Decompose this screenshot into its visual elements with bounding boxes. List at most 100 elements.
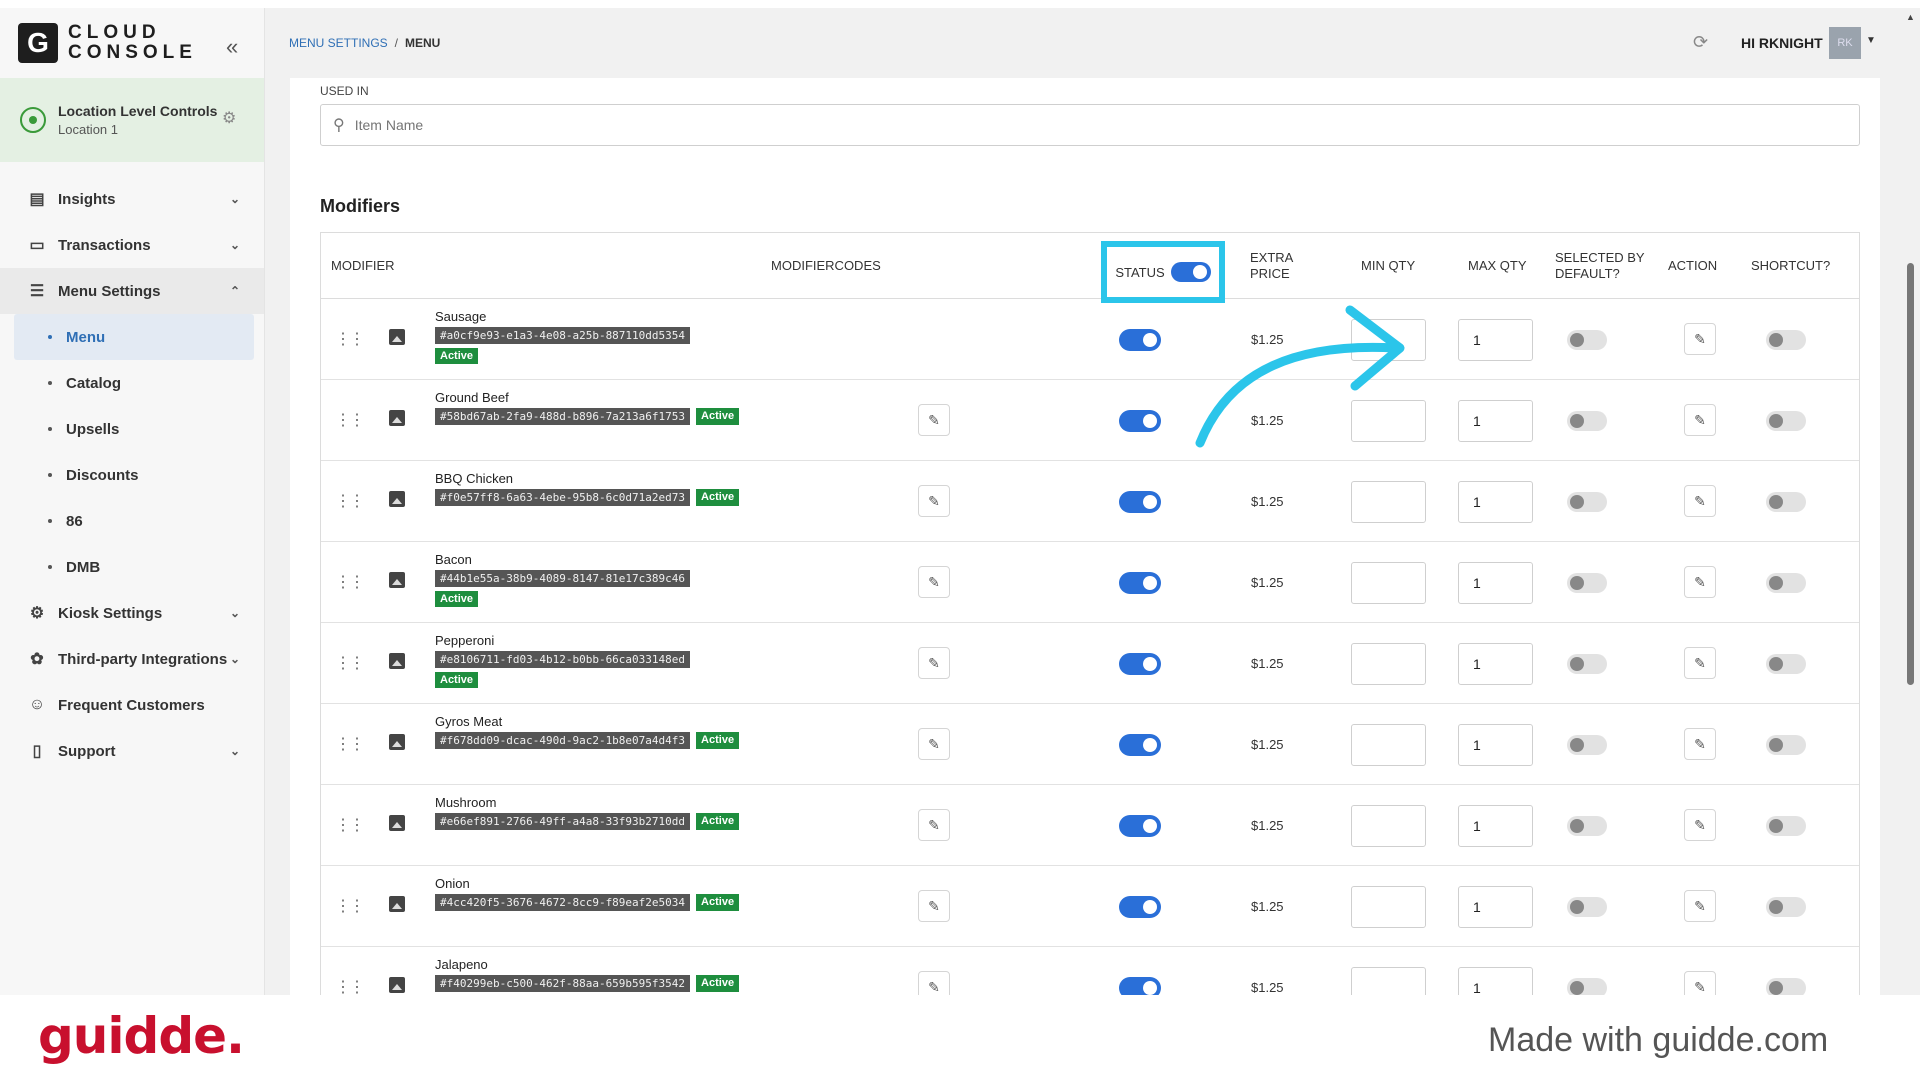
status-master-toggle[interactable] <box>1170 262 1211 282</box>
avatar[interactable]: RK <box>1829 27 1861 59</box>
status-toggle[interactable] <box>1119 896 1161 918</box>
item-name-input[interactable] <box>354 117 1755 133</box>
shortcut-toggle[interactable] <box>1766 816 1806 836</box>
sidebar-subitem-menu[interactable]: Menu <box>14 314 254 360</box>
image-icon[interactable] <box>389 815 405 831</box>
max-qty-input[interactable]: 1 <box>1458 481 1533 523</box>
edit-modifiercodes-button[interactable]: ✎ <box>918 890 950 922</box>
sidebar-subitem-upsells[interactable]: Upsells <box>0 406 264 452</box>
drag-handle-icon[interactable]: ⋮⋮ <box>335 653 365 673</box>
max-qty-input[interactable]: 1 <box>1458 724 1533 766</box>
edit-modifiercodes-button[interactable]: ✎ <box>918 566 950 598</box>
drag-handle-icon[interactable]: ⋮⋮ <box>335 572 365 592</box>
edit-action-button[interactable]: ✎ <box>1684 323 1716 355</box>
edit-action-button[interactable]: ✎ <box>1684 890 1716 922</box>
sidebar-item-frequent-customers[interactable]: ☺ Frequent Customers <box>0 682 264 728</box>
min-qty-input[interactable] <box>1351 967 1426 995</box>
edit-action-button[interactable]: ✎ <box>1684 971 1716 995</box>
location-panel[interactable]: Location Level Controls Location 1 ⚙ <box>0 78 264 162</box>
image-icon[interactable] <box>389 410 405 426</box>
sidebar-subitem-catalog[interactable]: Catalog <box>0 360 264 406</box>
image-icon[interactable] <box>389 734 405 750</box>
min-qty-input[interactable] <box>1351 481 1426 523</box>
user-greeting[interactable]: HI RKNIGHT <box>1741 35 1823 51</box>
caret-down-icon[interactable]: ▼ <box>1866 35 1876 46</box>
image-icon[interactable] <box>389 329 405 345</box>
sidebar-item-third-party-integrations[interactable]: ✿ Third-party Integrations ⌄ <box>0 636 264 682</box>
drag-handle-icon[interactable]: ⋮⋮ <box>335 734 365 754</box>
drag-handle-icon[interactable]: ⋮⋮ <box>335 491 365 511</box>
status-toggle[interactable] <box>1119 572 1161 594</box>
image-icon[interactable] <box>389 977 405 993</box>
selected-by-default-toggle[interactable] <box>1567 411 1607 431</box>
status-toggle[interactable] <box>1119 977 1161 995</box>
sidebar-item-insights[interactable]: ▤ Insights ⌄ <box>0 176 264 222</box>
selected-by-default-toggle[interactable] <box>1567 735 1607 755</box>
status-toggle[interactable] <box>1119 653 1161 675</box>
max-qty-input[interactable]: 1 <box>1458 643 1533 685</box>
drag-handle-icon[interactable]: ⋮⋮ <box>335 410 365 430</box>
sidebar-item-support[interactable]: ▯ Support ⌄ <box>0 728 264 774</box>
edit-action-button[interactable]: ✎ <box>1684 485 1716 517</box>
drag-handle-icon[interactable]: ⋮⋮ <box>335 977 365 995</box>
image-icon[interactable] <box>389 896 405 912</box>
selected-by-default-toggle[interactable] <box>1567 897 1607 917</box>
edit-action-button[interactable]: ✎ <box>1684 728 1716 760</box>
sidebar-subitem-discounts[interactable]: Discounts <box>0 452 264 498</box>
scroll-up-icon[interactable]: ▲ <box>1906 12 1915 22</box>
selected-by-default-toggle[interactable] <box>1567 654 1607 674</box>
collapse-sidebar-icon[interactable]: « <box>226 34 238 60</box>
drag-handle-icon[interactable]: ⋮⋮ <box>335 815 365 835</box>
min-qty-input[interactable] <box>1351 886 1426 928</box>
max-qty-input[interactable]: 1 <box>1458 886 1533 928</box>
status-toggle[interactable] <box>1119 329 1161 351</box>
drag-handle-icon[interactable]: ⋮⋮ <box>335 896 365 916</box>
shortcut-toggle[interactable] <box>1766 978 1806 995</box>
status-toggle[interactable] <box>1119 734 1161 756</box>
max-qty-input[interactable]: 1 <box>1458 805 1533 847</box>
edit-modifiercodes-button[interactable]: ✎ <box>918 971 950 995</box>
min-qty-input[interactable] <box>1351 562 1426 604</box>
sidebar-item-kiosk-settings[interactable]: ⚙ Kiosk Settings ⌄ <box>0 590 264 636</box>
selected-by-default-toggle[interactable] <box>1567 573 1607 593</box>
selected-by-default-toggle[interactable] <box>1567 978 1607 995</box>
edit-modifiercodes-button[interactable]: ✎ <box>918 404 950 436</box>
edit-action-button[interactable]: ✎ <box>1684 647 1716 679</box>
selected-by-default-toggle[interactable] <box>1567 492 1607 512</box>
edit-action-button[interactable]: ✎ <box>1684 566 1716 598</box>
selected-by-default-toggle[interactable] <box>1567 816 1607 836</box>
max-qty-input[interactable]: 1 <box>1458 319 1533 361</box>
image-icon[interactable] <box>389 653 405 669</box>
breadcrumb-menu-settings[interactable]: MENU SETTINGS <box>289 36 388 50</box>
shortcut-toggle[interactable] <box>1766 573 1806 593</box>
shortcut-toggle[interactable] <box>1766 411 1806 431</box>
sidebar-item-menu-settings[interactable]: ☰ Menu Settings ⌃ <box>0 268 264 314</box>
edit-modifiercodes-button[interactable]: ✎ <box>918 728 950 760</box>
shortcut-toggle[interactable] <box>1766 330 1806 350</box>
sidebar-subitem-dmb[interactable]: DMB <box>0 544 264 590</box>
edit-modifiercodes-button[interactable]: ✎ <box>918 485 950 517</box>
edit-modifiercodes-button[interactable]: ✎ <box>918 809 950 841</box>
used-in-search[interactable]: ⚲ <box>320 104 1860 146</box>
max-qty-input[interactable]: 1 <box>1458 967 1533 995</box>
shortcut-toggle[interactable] <box>1766 654 1806 674</box>
max-qty-input[interactable]: 1 <box>1458 400 1533 442</box>
status-toggle[interactable] <box>1119 815 1161 837</box>
min-qty-input[interactable] <box>1351 643 1426 685</box>
image-icon[interactable] <box>389 572 405 588</box>
selected-by-default-toggle[interactable] <box>1567 330 1607 350</box>
shortcut-toggle[interactable] <box>1766 897 1806 917</box>
edit-action-button[interactable]: ✎ <box>1684 809 1716 841</box>
edit-modifiercodes-button[interactable]: ✎ <box>918 647 950 679</box>
vertical-scrollbar[interactable] <box>1907 263 1914 685</box>
max-qty-input[interactable]: 1 <box>1458 562 1533 604</box>
status-toggle[interactable] <box>1119 410 1161 432</box>
image-icon[interactable] <box>389 491 405 507</box>
shortcut-toggle[interactable] <box>1766 492 1806 512</box>
status-toggle[interactable] <box>1119 491 1161 513</box>
sidebar-item-transactions[interactable]: ▭ Transactions ⌄ <box>0 222 264 268</box>
location-settings-icon[interactable]: ⚙ <box>222 108 236 128</box>
sidebar-subitem-86[interactable]: 86 <box>0 498 264 544</box>
drag-handle-icon[interactable]: ⋮⋮ <box>335 329 365 349</box>
edit-action-button[interactable]: ✎ <box>1684 404 1716 436</box>
